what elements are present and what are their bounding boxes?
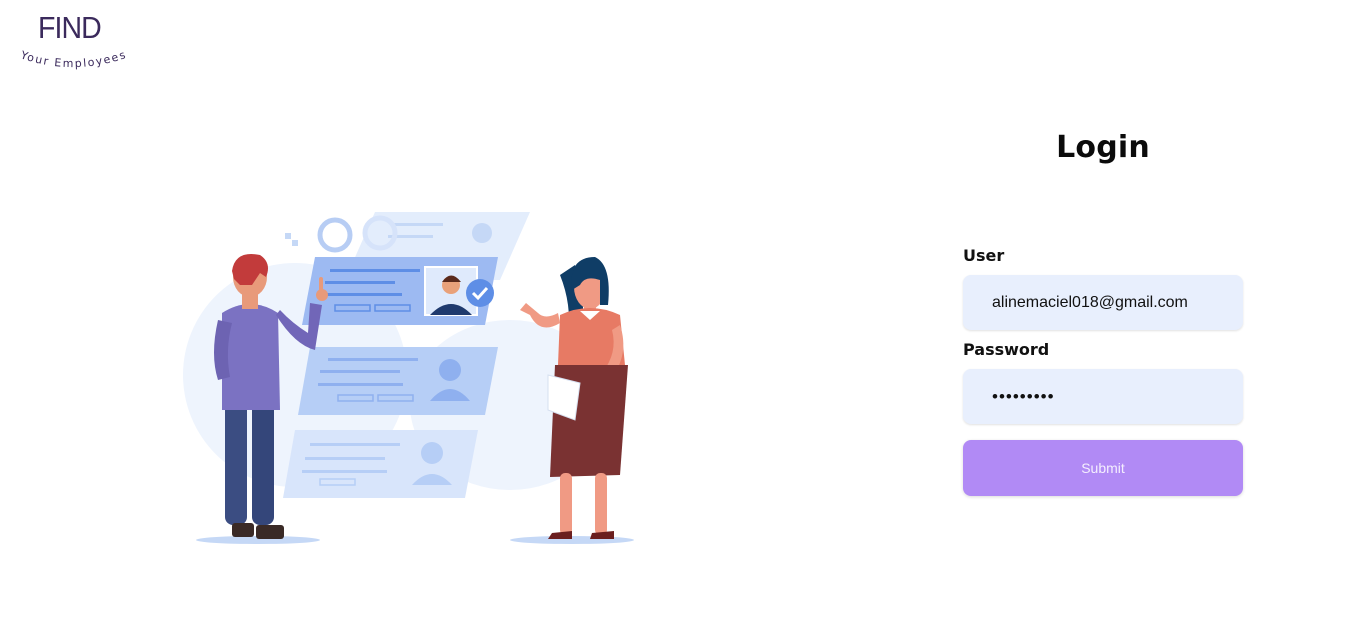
login-panel: Login User Password Submit [963, 130, 1243, 496]
profile-card-bottom [283, 430, 478, 498]
svg-text:Your Employees: Your Employees [18, 48, 128, 70]
submit-button[interactable]: Submit [963, 440, 1243, 496]
brand-name: FIND [38, 10, 102, 45]
brand-logo: FIND Your Employees [18, 8, 148, 78]
ring-decoration [317, 217, 353, 253]
brand-tagline: Your Employees [18, 48, 128, 70]
avatar-silhouette-back [472, 223, 492, 243]
hiring-illustration [183, 212, 634, 544]
user-input[interactable] [963, 275, 1243, 330]
user-label: User [963, 246, 1005, 265]
profile-card-middle [298, 347, 498, 415]
check-badge-icon [466, 279, 494, 307]
password-label: Password [963, 340, 1050, 359]
password-input[interactable] [963, 369, 1243, 424]
login-title: Login [1056, 130, 1150, 165]
